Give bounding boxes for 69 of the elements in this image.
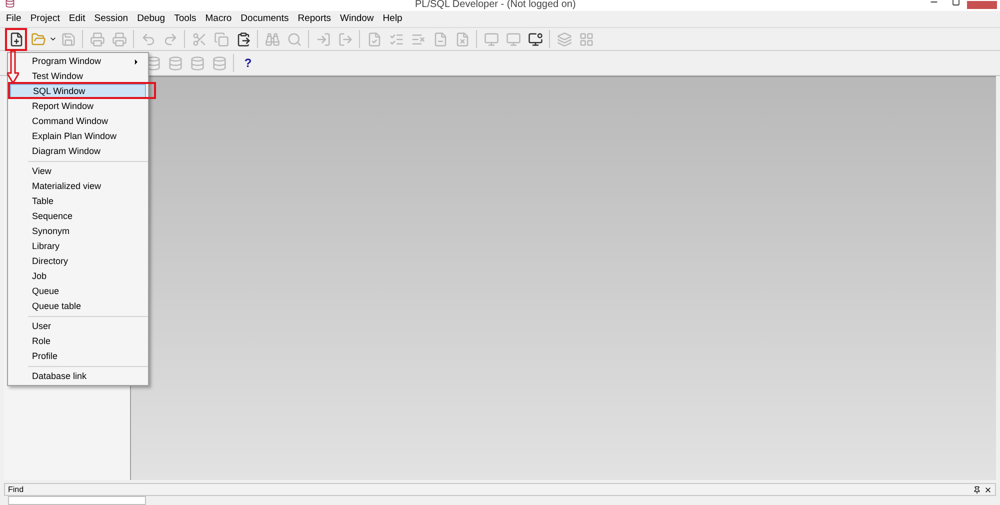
menu-item[interactable]: Help — [382, 12, 402, 26]
menu-option[interactable]: User — [10, 319, 146, 334]
list-icon — [410, 32, 426, 46]
window-title: PL/SQL Developer - (Not logged on) — [415, 0, 576, 10]
menu-option[interactable]: Profile — [10, 349, 146, 364]
monitor-icon — [484, 32, 498, 46]
menu-option[interactable]: Synonym — [10, 224, 146, 239]
find-icon — [264, 32, 280, 46]
menu-option[interactable]: Queue table — [10, 299, 146, 314]
tile-icon — [578, 32, 594, 46]
find-title: Find — [8, 484, 24, 496]
menu-item[interactable]: Window — [340, 12, 374, 26]
menu-option[interactable]: Library — [10, 239, 146, 254]
menu-option[interactable]: Program Window — [10, 54, 146, 69]
pin-icon[interactable] — [973, 486, 981, 494]
database-icon — [190, 56, 204, 70]
file-icon — [454, 32, 470, 46]
menu-item[interactable]: Debug — [137, 12, 166, 26]
redo-icon — [162, 32, 178, 46]
caret-icon[interactable] — [49, 35, 57, 43]
monitor-icon — [528, 32, 542, 46]
menu-option[interactable]: Job — [10, 269, 146, 284]
paste-icon — [236, 32, 250, 46]
file-icon — [432, 32, 448, 46]
menu-option[interactable]: Test Window — [10, 69, 146, 84]
database-icon — [212, 56, 226, 70]
open-icon — [30, 32, 46, 46]
find-field[interactable] — [8, 496, 146, 505]
menu-option[interactable]: Queue — [10, 284, 146, 299]
menu-option[interactable]: Database link — [10, 369, 146, 384]
print-icon — [112, 32, 126, 46]
menu-item[interactable]: File — [6, 12, 22, 26]
menu-option[interactable]: Command Window — [10, 114, 146, 129]
menu-option[interactable]: Directory — [10, 254, 146, 269]
help-button[interactable]: ? — [237, 53, 259, 73]
close-icon[interactable] — [984, 486, 992, 494]
import-icon — [316, 32, 330, 46]
menu-item[interactable]: Documents — [240, 12, 289, 26]
menu-item[interactable]: Reports — [298, 12, 331, 26]
database-icon — [168, 56, 182, 70]
monitor-icon — [506, 32, 520, 46]
app-icon — [5, 0, 15, 8]
menu-item[interactable]: Session — [94, 12, 128, 26]
cut-icon — [192, 32, 206, 46]
print-icon — [90, 32, 104, 46]
menu-option[interactable]: Table — [10, 194, 146, 209]
menu-item[interactable]: Project — [30, 12, 60, 26]
menu-item[interactable]: Edit — [68, 12, 86, 26]
export-icon — [338, 32, 352, 46]
windows-icon — [556, 32, 572, 46]
menu-option[interactable]: View — [10, 164, 146, 179]
menu-item[interactable]: Tools — [174, 12, 196, 26]
menu-option[interactable]: Diagram Window — [10, 144, 146, 159]
menu-option[interactable]: Sequence — [10, 209, 146, 224]
menu-item[interactable]: Macro — [205, 12, 232, 26]
menu-option[interactable]: Materialized view — [10, 179, 146, 194]
menu-option[interactable]: Role — [10, 334, 146, 349]
down-arrow-icon — [7, 51, 19, 83]
copy-icon — [214, 32, 228, 46]
new-file-icon — [8, 32, 24, 46]
close-button[interactable] — [967, 0, 997, 8]
undo-icon — [140, 32, 156, 46]
save-icon — [60, 32, 76, 46]
file-check-icon — [366, 32, 382, 46]
list-icon — [388, 32, 404, 46]
search-icon — [286, 32, 302, 46]
menu-option[interactable]: Report Window — [10, 99, 146, 114]
highlight-frame — [5, 28, 27, 51]
menu-option[interactable]: Explain Plan Window — [10, 129, 146, 144]
